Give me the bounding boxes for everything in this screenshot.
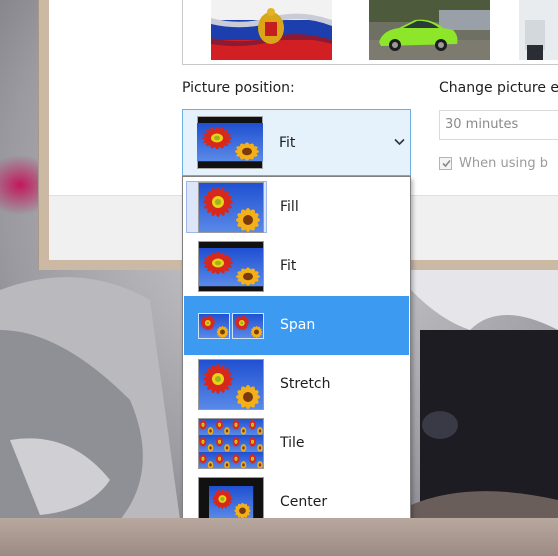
- option-label: Span: [280, 317, 316, 333]
- option-label: Center: [280, 494, 328, 510]
- picture-position-label: Picture position:: [182, 80, 295, 96]
- chevron-down-icon[interactable]: [394, 138, 405, 146]
- option-fit[interactable]: Fit: [184, 237, 409, 296]
- change-picture-every-label: Change picture e: [439, 80, 558, 96]
- change-interval-value: 30 minutes: [445, 117, 519, 132]
- option-label: Tile: [280, 435, 305, 451]
- stretch-preview-icon: [198, 359, 264, 410]
- change-interval-select[interactable]: 30 minutes: [439, 110, 558, 140]
- wallpaper-thumbnail-car[interactable]: [369, 0, 490, 60]
- picture-position-dropdown-list: Fill Fit Span Stretch Tile Center: [182, 176, 411, 533]
- option-label: Fit: [280, 258, 297, 274]
- combobox-selected-value: Fit: [279, 135, 296, 151]
- option-stretch[interactable]: Stretch: [184, 355, 409, 414]
- picture-position-combobox[interactable]: Fit: [182, 109, 411, 176]
- tile-preview-icon: [198, 418, 264, 469]
- fit-preview-icon: [197, 116, 263, 169]
- wallpaper-thumbnail-clouds[interactable]: [519, 0, 558, 60]
- shuffle-label: When using b: [459, 156, 548, 171]
- checkmark-icon: [442, 159, 451, 168]
- wallpaper-thumbnail-flag[interactable]: [211, 0, 332, 60]
- shuffle-checkbox[interactable]: [439, 157, 452, 170]
- option-label: Fill: [280, 199, 299, 215]
- option-label: Stretch: [280, 376, 331, 392]
- option-span[interactable]: Span: [184, 296, 409, 355]
- option-fill[interactable]: Fill: [184, 178, 409, 237]
- fill-preview-icon: [198, 182, 264, 233]
- option-tile[interactable]: Tile: [184, 414, 409, 473]
- span-preview-icon: [198, 313, 264, 339]
- fit-preview-icon: [198, 241, 264, 292]
- taskbar: [0, 518, 558, 556]
- shuffle-option[interactable]: When using b: [439, 156, 558, 174]
